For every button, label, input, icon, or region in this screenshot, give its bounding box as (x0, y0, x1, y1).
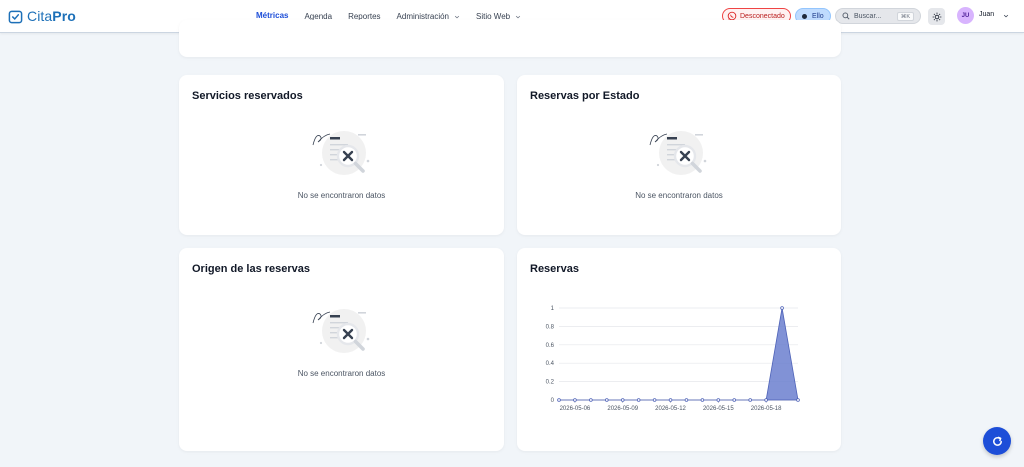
empty-state-text: No se encontraron datos (297, 191, 386, 200)
data-point (716, 398, 721, 402)
calendar-check-icon (8, 10, 23, 23)
status-dot (802, 13, 807, 19)
app-logo[interactable]: CitaPro (8, 7, 76, 25)
data-point (684, 398, 689, 402)
refresh-icon (992, 436, 1002, 446)
data-point (589, 398, 593, 402)
x-tick-label: 2026-05-12 (655, 406, 686, 412)
card-title: Reservas (530, 263, 579, 275)
card-title: Servicios reservados (192, 90, 303, 102)
data-point (652, 398, 657, 402)
origin-card: Origen de las reservas No se encontraron… (179, 248, 504, 451)
data-point (557, 398, 561, 402)
reservations-area-chart: 0 0.2 0.4 0.6 0.8 1 2026-05-06 2026-05-09 2026-0… (546, 306, 800, 412)
app-name: CitaPro (27, 8, 76, 24)
chevron-down-icon (454, 15, 460, 18)
previous-card-partial (179, 20, 841, 57)
search-input[interactable]: Buscar... ⌘K (835, 8, 921, 24)
data-point (573, 398, 577, 402)
user-name[interactable]: Juan (979, 11, 994, 18)
empty-state-text: No se encontraron datos (635, 191, 723, 200)
card-title: Origen de las reservas (192, 263, 311, 275)
data-point (780, 306, 784, 310)
data-point (605, 398, 609, 402)
chevron-down-icon (515, 15, 521, 18)
y-tick-label: 0.6 (546, 343, 555, 349)
data-point (636, 398, 641, 402)
data-point (748, 398, 753, 402)
data-point (620, 398, 625, 402)
data-point (700, 398, 705, 402)
x-tick-label: 2026-05-15 (703, 406, 734, 412)
theme-toggle-button[interactable] (928, 8, 945, 25)
no-data-illustration-icon (312, 131, 369, 175)
y-tick-label: 0.4 (546, 361, 555, 367)
status-card: Reservas por Estado No se encontraron da… (517, 75, 841, 235)
x-tick-label: 2026-05-09 (607, 406, 638, 412)
y-tick-label: 0.2 (546, 380, 555, 386)
empty-state: No se encontraron datos (179, 303, 504, 378)
data-point (668, 398, 673, 402)
data-point (764, 398, 768, 402)
data-point (796, 398, 800, 402)
chevron-down-icon[interactable] (1003, 13, 1009, 19)
y-tick-label: 0.8 (546, 324, 555, 330)
reservations-chart-card: Reservas 0 0.2 0.4 0.6 0.8 1 2026-05-06 2026-05… (517, 248, 841, 451)
y-tick-label: 1 (551, 306, 555, 312)
empty-state: No se encontraron datos (517, 125, 841, 200)
x-tick-label: 2026-05-06 (560, 406, 591, 412)
sun-icon (932, 12, 941, 21)
series-area (559, 307, 799, 401)
y-tick-label: 0 (551, 398, 555, 404)
refresh-button[interactable] (983, 427, 1011, 455)
no-data-illustration-icon (649, 131, 707, 175)
empty-state-text: No se encontraron datos (297, 369, 386, 378)
search-icon (842, 12, 850, 20)
no-data-illustration-icon (312, 309, 369, 353)
data-point (732, 398, 737, 402)
empty-state: No se encontraron datos (179, 125, 504, 200)
shortcut-hint: ⌘K (896, 12, 914, 21)
card-title: Reservas por Estado (530, 90, 640, 102)
avatar[interactable]: JU (957, 7, 974, 24)
services-card: Servicios reservados No se encontraron d… (179, 75, 504, 235)
x-tick-label: 2026-05-18 (751, 406, 782, 412)
